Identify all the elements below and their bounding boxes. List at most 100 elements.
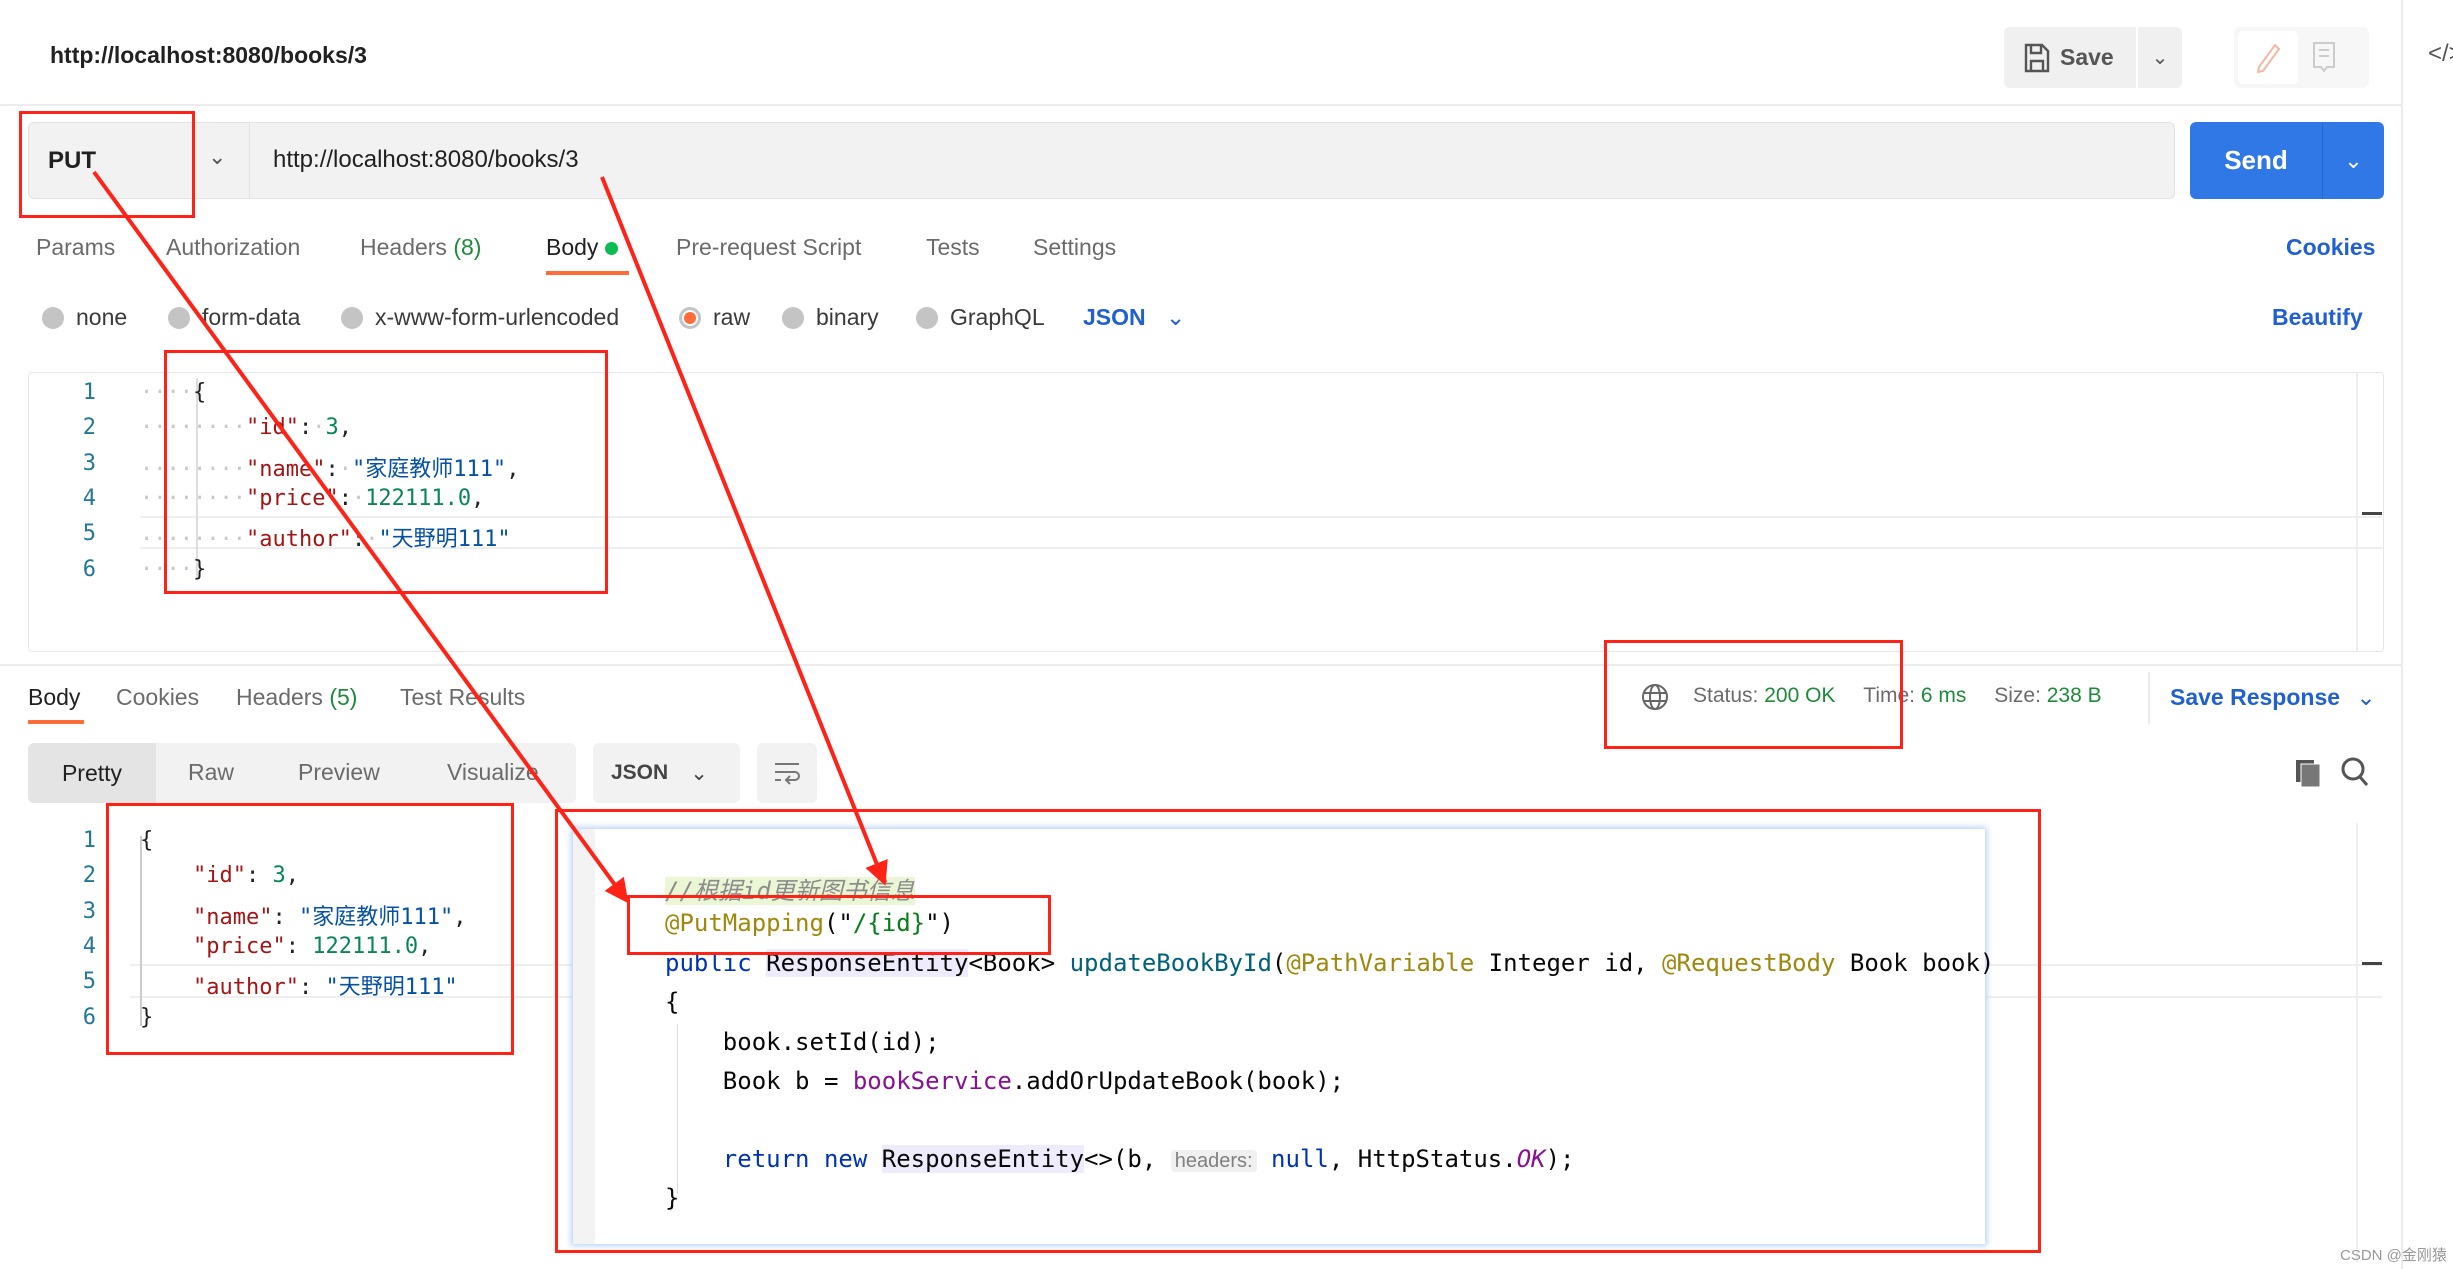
tab-params[interactable]: Params bbox=[36, 234, 115, 261]
token-p: { bbox=[140, 828, 154, 853]
java-token-p: Book b = bbox=[665, 1067, 853, 1095]
view-visualize[interactable]: Visualize bbox=[447, 759, 539, 786]
view-raw[interactable]: Raw bbox=[188, 759, 234, 786]
token-ws: · bbox=[338, 456, 352, 482]
line-number: 3 bbox=[82, 450, 96, 476]
radio-graphql[interactable]: GraphQL bbox=[916, 304, 1045, 331]
response-tab-body[interactable]: Body bbox=[28, 684, 80, 711]
token-n: 122111.0 bbox=[312, 933, 419, 959]
token-ws: · bbox=[312, 415, 326, 441]
save-dropdown-button[interactable]: ⌄ bbox=[2138, 27, 2182, 88]
tab-body-label: Body bbox=[546, 234, 599, 260]
view-preview[interactable]: Preview bbox=[298, 759, 380, 786]
code-snippet-icon[interactable]: </> bbox=[2428, 40, 2453, 68]
token-s: "天野明111" bbox=[378, 527, 511, 553]
java-token-p: { bbox=[665, 988, 680, 1016]
beautify-link[interactable]: Beautify bbox=[2272, 304, 2363, 331]
response-tab-cookies[interactable]: Cookies bbox=[116, 684, 199, 711]
radio-label: raw bbox=[713, 304, 751, 330]
java-token-p: (" bbox=[823, 909, 853, 937]
java-token-p: , HttpStatus. bbox=[1328, 1145, 1517, 1173]
code-line: ········"price":·122111.0, bbox=[140, 486, 484, 511]
java-line: return new ResponseEntity<>(b, headers: … bbox=[665, 1145, 1575, 1173]
method-select[interactable]: PUT ⌄ bbox=[28, 122, 250, 199]
tab-settings[interactable]: Settings bbox=[1033, 234, 1116, 261]
save-response-label: Save Response bbox=[2170, 684, 2341, 710]
save-response-button[interactable]: Save Response ⌄ bbox=[2170, 684, 2376, 711]
editor-scrollbar[interactable] bbox=[2356, 373, 2358, 651]
comment-button[interactable] bbox=[2312, 41, 2338, 80]
java-token-p: .addOrUpdateBook(book); bbox=[1011, 1067, 1345, 1095]
radio-circle bbox=[42, 306, 64, 329]
java-token-p: ); bbox=[1545, 1145, 1575, 1173]
time-value[interactable]: 6 ms bbox=[1921, 684, 1967, 707]
radio-form-data[interactable]: form-data bbox=[168, 304, 300, 331]
response-scrollbar[interactable] bbox=[2356, 823, 2358, 1263]
token-p: : bbox=[298, 975, 326, 1001]
token-ws: ········ bbox=[140, 456, 246, 482]
response-tab-headers[interactable]: Headers (5) bbox=[236, 684, 357, 711]
token-p: , bbox=[418, 933, 432, 959]
tab-authorization[interactable]: Authorization bbox=[166, 234, 300, 261]
token-ws: ···· bbox=[140, 556, 193, 582]
url-input[interactable]: http://localhost:8080/books/3 bbox=[273, 146, 579, 174]
token-k: "price" bbox=[245, 485, 339, 511]
request-body-editor[interactable] bbox=[28, 372, 2384, 652]
radio-label: binary bbox=[816, 304, 879, 330]
globe-icon[interactable] bbox=[1640, 682, 1670, 712]
java-line: book.setId(id); bbox=[665, 1028, 940, 1056]
search-icon[interactable] bbox=[2340, 756, 2370, 788]
token-k: "id" bbox=[192, 863, 246, 889]
token-p: { bbox=[192, 380, 207, 405]
size-value[interactable]: 238 B bbox=[2047, 684, 2102, 707]
chevron-down-icon: ⌄ bbox=[1166, 304, 1186, 330]
tab-pre-request-script[interactable]: Pre-request Script bbox=[676, 234, 861, 261]
request-title[interactable]: http://localhost:8080/books/3 bbox=[50, 42, 367, 69]
format-value: JSON bbox=[1083, 304, 1146, 330]
java-token-p: } bbox=[665, 1184, 680, 1212]
tab-tests[interactable]: Tests bbox=[926, 234, 980, 261]
radio-circle bbox=[341, 306, 363, 329]
line-number: 5 bbox=[82, 521, 96, 547]
java-token-p: ") bbox=[925, 909, 955, 937]
radio-label: x-www-form-urlencoded bbox=[375, 304, 620, 330]
java-token-p: <>(b, bbox=[1084, 1145, 1171, 1173]
radio-label: form-data bbox=[202, 304, 301, 330]
radio-raw[interactable]: raw bbox=[679, 304, 750, 331]
token-n: 3 bbox=[325, 415, 339, 441]
view-pretty[interactable]: Pretty bbox=[28, 743, 156, 803]
cookies-link[interactable]: Cookies bbox=[2286, 234, 2375, 261]
token-ws: ········ bbox=[140, 527, 246, 553]
method-value: PUT bbox=[48, 146, 96, 174]
code-line: "id": 3, bbox=[140, 863, 299, 888]
tab-headers[interactable]: Headers (8) bbox=[360, 234, 481, 261]
response-format-select[interactable]: JSON ⌄ bbox=[593, 743, 740, 803]
token-p: } bbox=[192, 556, 207, 582]
wrap-icon bbox=[775, 763, 800, 785]
token-p bbox=[140, 934, 193, 959]
status-value[interactable]: 200 OK bbox=[1764, 684, 1835, 707]
java-token-str: /{id} bbox=[852, 909, 926, 937]
java-line: @PutMapping("/{id}") bbox=[665, 909, 954, 937]
token-p: , bbox=[338, 415, 352, 441]
response-tab-test-results[interactable]: Test Results bbox=[400, 684, 525, 711]
token-k: "price" bbox=[192, 933, 286, 959]
send-dropdown-chevron-icon[interactable]: ⌄ bbox=[2323, 148, 2384, 174]
wrap-lines-button[interactable] bbox=[757, 743, 817, 803]
edit-button[interactable] bbox=[2238, 31, 2298, 84]
format-select[interactable]: JSON ⌄ bbox=[1083, 304, 1185, 331]
watermark: CSDN @金刚猿 bbox=[2340, 1247, 2447, 1264]
radio-binary[interactable]: binary bbox=[782, 304, 879, 331]
save-button[interactable]: Save bbox=[2004, 27, 2136, 88]
token-p bbox=[140, 863, 193, 888]
radio-x-www-form-urlencoded[interactable]: x-www-form-urlencoded bbox=[341, 304, 619, 331]
tab-headers-count: (8) bbox=[453, 234, 482, 260]
code-line: ········"author":·"天野明111" bbox=[140, 521, 511, 553]
send-button[interactable]: Send ⌄ bbox=[2190, 122, 2384, 199]
scrollbar-marker bbox=[2362, 962, 2382, 965]
radio-none[interactable]: none bbox=[42, 304, 127, 331]
line-number: 6 bbox=[82, 556, 96, 582]
java-token-p bbox=[752, 949, 766, 977]
copy-icon[interactable] bbox=[2294, 758, 2322, 788]
tab-body[interactable]: Body bbox=[546, 234, 618, 261]
